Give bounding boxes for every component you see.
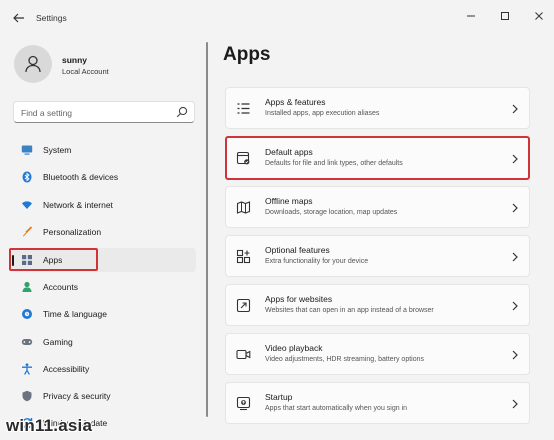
close-button[interactable] (529, 8, 549, 24)
card-title: Apps & features (265, 97, 326, 107)
watermark: win11.asia (6, 416, 93, 435)
card-subtitle: Websites that can open in an app instead… (265, 307, 434, 314)
card-subtitle: Extra functionality for your device (265, 258, 369, 265)
card-subtitle: Installed apps, app execution aliases (265, 110, 380, 117)
system-icon (21, 145, 33, 155)
maximize-icon (501, 12, 509, 20)
sidebar-item-system[interactable]: System (9, 138, 196, 162)
sidebar-item-accessibility[interactable]: Accessibility (9, 357, 196, 381)
highlight-box-default-apps (225, 136, 530, 180)
sidebar-item-bluetooth[interactable]: Bluetooth & devices (9, 165, 196, 189)
card-offline-maps[interactable]: Offline maps Downloads, storage location… (225, 186, 530, 228)
bluetooth-icon (22, 171, 32, 183)
brush-icon (23, 226, 33, 237)
sidebar-item-label: Bluetooth & devices (43, 172, 119, 182)
gamepad-icon (21, 339, 33, 345)
person-icon (22, 281, 32, 292)
startup-icon (236, 396, 251, 411)
sidebar-item-label: Privacy & security (43, 391, 111, 401)
search-icon (176, 106, 188, 118)
sidebar-scrollbar[interactable] (206, 42, 208, 417)
grid-plus-icon (236, 249, 251, 264)
search-input[interactable]: Find a setting (13, 101, 195, 123)
card-title: Optional features (265, 245, 330, 255)
maximize-button[interactable] (495, 8, 515, 24)
card-video-playback[interactable]: Video playback Video adjustments, HDR st… (225, 333, 530, 375)
globe-clock-icon (22, 309, 32, 319)
card-subtitle: Downloads, storage location, map updates (265, 209, 398, 216)
back-button[interactable] (11, 10, 27, 26)
card-optional-features[interactable]: Optional features Extra functionality fo… (225, 235, 530, 277)
card-subtitle: Apps that start automatically when you s… (265, 405, 408, 412)
wifi-icon (22, 201, 32, 209)
sidebar-item-label: Network & internet (43, 200, 113, 210)
sidebar-item-label: Gaming (43, 337, 73, 347)
chevron-right-icon (512, 104, 518, 114)
sidebar-item-time-language[interactable]: Time & language (9, 302, 196, 326)
card-title: Offline maps (265, 196, 313, 206)
window-title: Settings (36, 13, 67, 23)
minimize-button[interactable] (461, 8, 481, 24)
card-subtitle: Video adjustments, HDR streaming, batter… (265, 356, 425, 363)
sidebar-item-label: Personalization (43, 227, 102, 237)
chevron-right-icon (512, 350, 518, 360)
map-icon (236, 201, 251, 214)
highlight-box-apps (9, 248, 98, 271)
search-placeholder: Find a setting (21, 108, 73, 118)
sidebar-item-label: Time & language (43, 309, 107, 319)
card-startup[interactable]: Startup Apps that start automatically wh… (225, 382, 530, 424)
avatar[interactable] (14, 45, 52, 83)
sidebar-item-gaming[interactable]: Gaming (9, 330, 196, 354)
minimize-icon (467, 15, 475, 17)
chevron-right-icon (512, 252, 518, 262)
list-icon (237, 103, 250, 114)
sidebar-item-accounts[interactable]: Accounts (9, 275, 196, 299)
chevron-right-icon (512, 203, 518, 213)
sidebar-item-label: Accounts (43, 282, 78, 292)
page-title: Apps (223, 44, 271, 65)
title-bar: Settings (0, 0, 554, 34)
card-apps-for-websites[interactable]: Apps for websites Websites that can open… (225, 284, 530, 326)
person-icon (25, 55, 41, 73)
card-apps-features[interactable]: Apps & features Installed apps, app exec… (225, 87, 530, 129)
account-type: Local Account (62, 67, 109, 76)
open-app-icon (236, 298, 251, 313)
card-title: Video playback (265, 343, 323, 353)
chevron-right-icon (512, 301, 518, 311)
shield-icon (22, 390, 32, 402)
card-title: Apps for websites (265, 294, 333, 304)
sidebar-item-privacy-security[interactable]: Privacy & security (9, 384, 196, 408)
sidebar-item-network[interactable]: Network & internet (9, 193, 196, 217)
sidebar-item-label: System (43, 145, 72, 155)
accessibility-icon (22, 363, 32, 375)
back-arrow-icon (13, 13, 24, 23)
user-name: sunny (62, 55, 88, 65)
video-icon (236, 349, 251, 360)
settings-window: Settings sunny Local Account Find a sett… (0, 0, 554, 440)
chevron-right-icon (512, 399, 518, 409)
sidebar-item-personalization[interactable]: Personalization (9, 220, 196, 244)
close-icon (535, 12, 543, 20)
sidebar-item-label: Accessibility (43, 364, 90, 374)
card-title: Startup (265, 392, 293, 402)
